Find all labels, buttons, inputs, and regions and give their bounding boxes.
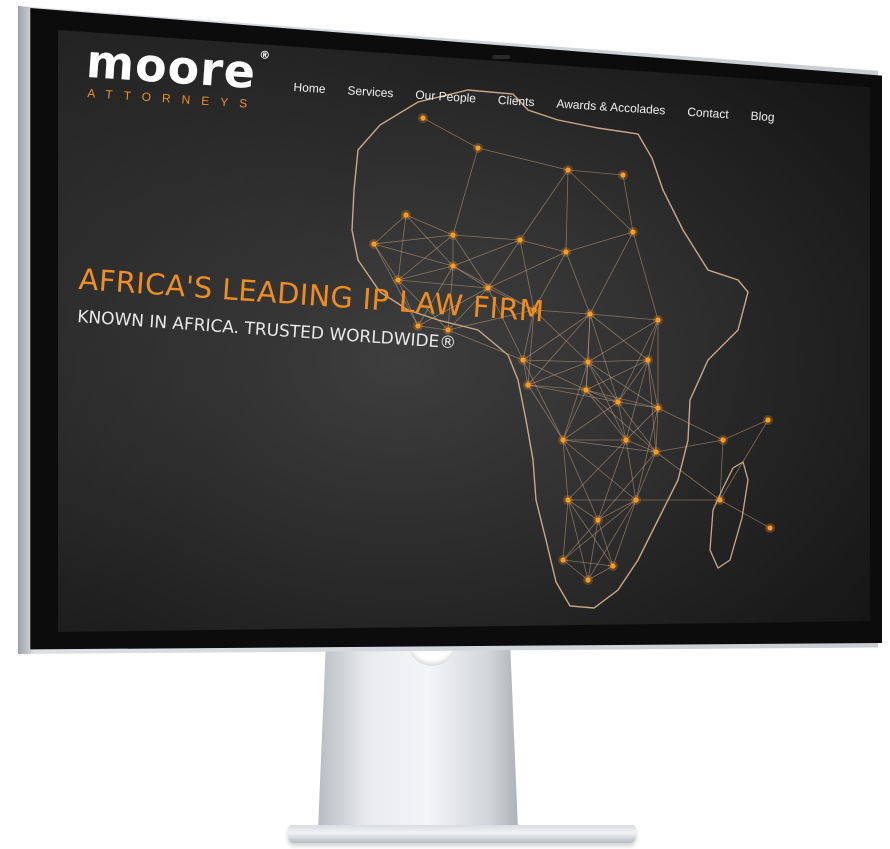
network-node	[415, 323, 421, 329]
network-node	[717, 497, 723, 503]
network-node	[520, 357, 526, 363]
network-node	[475, 145, 481, 151]
network-node	[517, 237, 523, 243]
monitor-stand-base	[288, 825, 636, 843]
network-node	[765, 417, 771, 423]
network-line	[722, 419, 769, 441]
network-line	[719, 419, 769, 501]
network-node	[655, 405, 661, 411]
network-node	[371, 241, 377, 247]
network-node	[395, 277, 401, 283]
network-node	[623, 437, 629, 443]
network-node	[583, 387, 589, 393]
network-node	[450, 232, 456, 238]
network-node	[767, 525, 773, 531]
network-node	[720, 437, 726, 443]
nav-home[interactable]: Home	[293, 80, 326, 96]
nav-blog[interactable]: Blog	[750, 109, 775, 124]
network-node	[585, 577, 591, 583]
network-node	[653, 449, 659, 455]
network-node	[630, 229, 636, 235]
network-node	[563, 249, 569, 255]
network-node	[565, 497, 571, 503]
network-node	[595, 517, 601, 523]
webcam	[492, 55, 510, 59]
network-node	[560, 437, 566, 443]
network-node	[610, 563, 616, 569]
network-node	[615, 399, 621, 405]
moore-logo[interactable]: moore® ATTORNEYS	[84, 34, 272, 112]
network-node	[403, 212, 409, 218]
network-node	[655, 317, 661, 323]
website-screen: moore® ATTORNEYS Home Services Our Peopl…	[58, 30, 870, 632]
network-node	[645, 357, 651, 363]
madagascar-outline	[709, 461, 749, 569]
nav-services[interactable]: Services	[347, 83, 394, 100]
network-node	[587, 311, 593, 317]
network-line	[719, 499, 771, 529]
monitor-stand-neck	[318, 640, 518, 830]
nav-clients[interactable]: Clients	[497, 93, 534, 109]
network-node	[450, 263, 456, 269]
network-node	[620, 172, 626, 178]
network-node	[585, 359, 591, 365]
nav-contact[interactable]: Contact	[687, 105, 729, 122]
network-node	[525, 382, 531, 388]
network-node	[633, 497, 639, 503]
network-node	[420, 115, 426, 121]
network-node	[565, 167, 571, 173]
network-node	[560, 557, 566, 563]
